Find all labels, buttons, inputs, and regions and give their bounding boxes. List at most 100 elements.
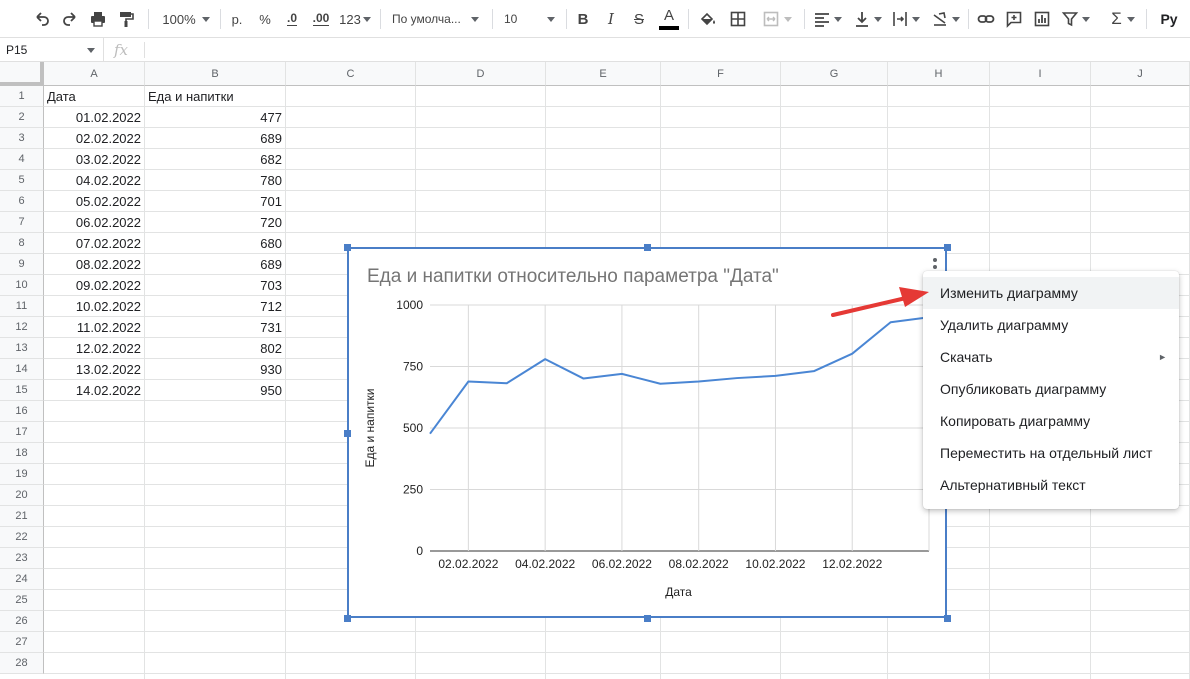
row-header[interactable]: 11	[0, 296, 44, 317]
insert-link-button[interactable]	[974, 6, 998, 32]
menu-item-move-to-own-sheet[interactable]: Переместить на отдельный лист	[923, 437, 1179, 469]
table-cell[interactable]: 701	[145, 191, 285, 212]
menu-item-publish-chart[interactable]: Опубликовать диаграмму	[923, 373, 1179, 405]
percent-format-button[interactable]: %	[254, 6, 276, 32]
filter-button[interactable]	[1058, 6, 1092, 32]
row-header[interactable]: 20	[0, 485, 44, 506]
row-header[interactable]: 4	[0, 149, 44, 170]
table-cell[interactable]: 689	[145, 128, 285, 149]
row-header[interactable]: 8	[0, 233, 44, 254]
resize-handle[interactable]	[344, 615, 351, 622]
select-all-corner[interactable]	[0, 62, 44, 86]
resize-handle[interactable]	[644, 615, 651, 622]
functions-button[interactable]: Σ	[1106, 6, 1140, 32]
table-cell[interactable]: 703	[145, 275, 285, 296]
row-header[interactable]: 12	[0, 317, 44, 338]
row-header[interactable]: 23	[0, 548, 44, 569]
column-header[interactable]: D	[416, 62, 546, 86]
decrease-decimals-button[interactable]: .0	[280, 6, 304, 32]
menu-item-alt-text[interactable]: Альтернативный текст	[923, 469, 1179, 501]
table-cell[interactable]: 950	[145, 380, 285, 401]
menu-item-download[interactable]: Скачать ►	[923, 341, 1179, 373]
row-header[interactable]: 16	[0, 401, 44, 422]
column-header[interactable]: J	[1091, 62, 1190, 86]
column-header[interactable]: A	[44, 62, 145, 86]
column-header[interactable]: G	[781, 62, 888, 86]
menu-item-edit-chart[interactable]: Изменить диаграмму	[923, 277, 1179, 309]
header-cell[interactable]: Еда и напитки	[145, 86, 286, 107]
undo-button[interactable]	[30, 6, 54, 32]
row-header[interactable]: 14	[0, 359, 44, 380]
table-cell[interactable]: 680	[145, 233, 285, 254]
table-cell[interactable]: 13.02.2022	[44, 359, 144, 380]
font-family-select[interactable]: По умолча...	[392, 6, 484, 32]
row-header[interactable]: 1	[0, 86, 44, 107]
table-cell[interactable]: 780	[145, 170, 285, 191]
row-header[interactable]: 9	[0, 254, 44, 275]
resize-handle[interactable]	[944, 615, 951, 622]
text-wrap-button[interactable]	[888, 6, 922, 32]
table-cell[interactable]: 682	[145, 149, 285, 170]
name-box[interactable]: P15	[0, 38, 104, 62]
row-header[interactable]: 19	[0, 464, 44, 485]
table-cell[interactable]: 03.02.2022	[44, 149, 144, 170]
horizontal-align-button[interactable]	[810, 6, 844, 32]
row-header[interactable]: 13	[0, 338, 44, 359]
table-cell[interactable]: 01.02.2022	[44, 107, 144, 128]
table-cell[interactable]: 08.02.2022	[44, 254, 144, 275]
column-header[interactable]: B	[145, 62, 286, 86]
vertical-align-button[interactable]	[850, 6, 884, 32]
table-cell[interactable]: 12.02.2022	[44, 338, 144, 359]
row-header[interactable]: 25	[0, 590, 44, 611]
row-header[interactable]: 6	[0, 191, 44, 212]
row-header[interactable]: 24	[0, 569, 44, 590]
menu-item-copy-chart[interactable]: Копировать диаграмму	[923, 405, 1179, 437]
row-header[interactable]: 27	[0, 632, 44, 653]
table-cell[interactable]: 477	[145, 107, 285, 128]
row-header[interactable]: 17	[0, 422, 44, 443]
fill-color-button[interactable]	[696, 6, 720, 32]
table-cell[interactable]: 07.02.2022	[44, 233, 144, 254]
row-header[interactable]: 28	[0, 653, 44, 674]
row-header[interactable]: 18	[0, 443, 44, 464]
borders-button[interactable]	[726, 6, 750, 32]
chart[interactable]: Еда и напитки относительно параметра "Да…	[347, 247, 947, 618]
input-tools-button[interactable]: Ру	[1152, 6, 1186, 32]
italic-button[interactable]: I	[600, 6, 622, 32]
increase-decimals-button[interactable]: .00	[308, 6, 334, 32]
merge-cells-button[interactable]	[756, 6, 798, 32]
table-cell[interactable]: 10.02.2022	[44, 296, 144, 317]
resize-handle[interactable]	[944, 244, 951, 251]
row-header[interactable]: 2	[0, 107, 44, 128]
table-cell[interactable]: 09.02.2022	[44, 275, 144, 296]
strikethrough-button[interactable]: S	[628, 6, 650, 32]
paint-format-button[interactable]	[114, 6, 138, 32]
print-button[interactable]	[86, 6, 110, 32]
column-header[interactable]: H	[888, 62, 990, 86]
bold-button[interactable]: B	[572, 6, 594, 32]
column-header[interactable]: C	[286, 62, 416, 86]
text-color-button[interactable]: A	[656, 6, 682, 32]
column-header[interactable]: I	[990, 62, 1091, 86]
insert-chart-button[interactable]	[1030, 6, 1054, 32]
column-header[interactable]: E	[546, 62, 661, 86]
table-cell[interactable]: 689	[145, 254, 285, 275]
table-cell[interactable]: 731	[145, 317, 285, 338]
table-cell[interactable]: 06.02.2022	[44, 212, 144, 233]
table-cell[interactable]: 11.02.2022	[44, 317, 144, 338]
redo-button[interactable]	[58, 6, 82, 32]
resize-handle[interactable]	[344, 244, 351, 251]
font-size-select[interactable]: 10	[504, 6, 560, 32]
resize-handle[interactable]	[344, 429, 351, 437]
table-cell[interactable]: 02.02.2022	[44, 128, 144, 149]
table-cell[interactable]: 05.02.2022	[44, 191, 144, 212]
table-cell[interactable]: 720	[145, 212, 285, 233]
header-cell[interactable]: Дата	[44, 86, 145, 107]
more-formats-select[interactable]: 123	[338, 6, 372, 32]
text-rotation-button[interactable]	[928, 6, 962, 32]
insert-comment-button[interactable]	[1002, 6, 1026, 32]
formula-input[interactable]	[150, 38, 1180, 62]
table-cell[interactable]: 802	[145, 338, 285, 359]
column-header[interactable]: F	[661, 62, 781, 86]
table-cell[interactable]: 930	[145, 359, 285, 380]
